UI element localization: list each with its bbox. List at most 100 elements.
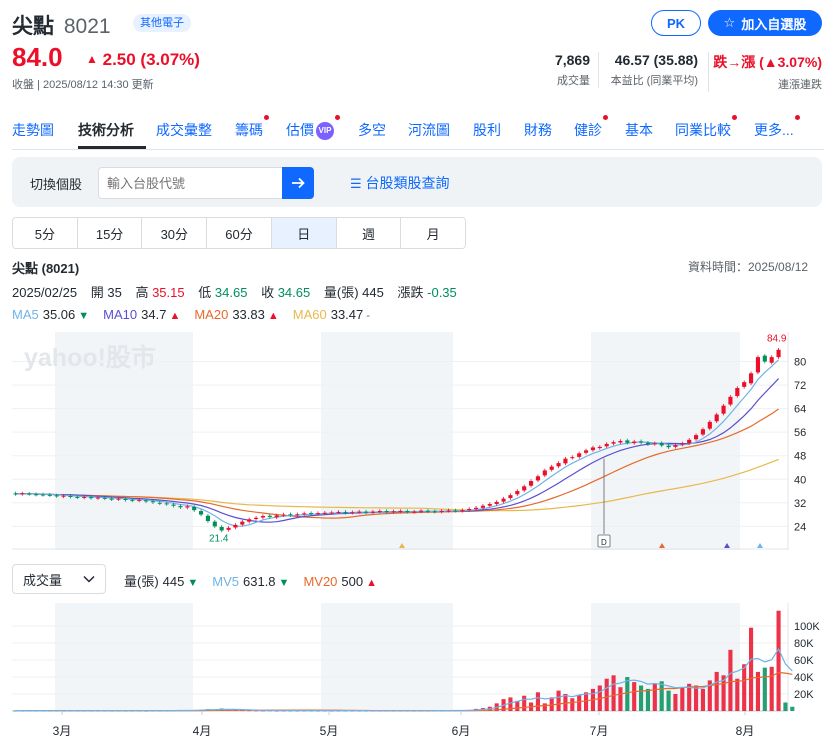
candle bbox=[625, 440, 630, 443]
volume-bar bbox=[680, 687, 685, 711]
candle bbox=[40, 494, 45, 496]
vip-badge: VIP bbox=[316, 122, 334, 141]
candle bbox=[597, 446, 602, 449]
low-value: 34.65 bbox=[214, 285, 248, 300]
tab-1[interactable]: 技術分析 bbox=[78, 120, 134, 140]
volume-bar bbox=[714, 671, 719, 711]
candle bbox=[666, 445, 671, 448]
indicator-select[interactable]: 成交量 bbox=[12, 564, 106, 594]
stock-code: 8021 bbox=[63, 15, 111, 38]
candle bbox=[453, 510, 458, 512]
candle bbox=[116, 498, 121, 500]
candle bbox=[522, 486, 527, 491]
stock-code-input[interactable] bbox=[98, 167, 284, 199]
volume-bar bbox=[728, 649, 733, 711]
legend-arrow: ▼ bbox=[187, 577, 199, 589]
volume-bar bbox=[556, 690, 561, 711]
notification-dot bbox=[603, 115, 608, 120]
volume-bar bbox=[632, 682, 637, 711]
industry-tag[interactable]: 其他電子 bbox=[133, 14, 191, 32]
period-3[interactable]: 60分 bbox=[207, 218, 272, 248]
add-watchlist-button[interactable]: ☆ 加入自選股 bbox=[708, 10, 822, 36]
candle bbox=[604, 443, 609, 447]
tab-6[interactable]: 河流圖 bbox=[408, 120, 450, 140]
period-6[interactable]: 月 bbox=[401, 218, 465, 248]
period-0[interactable]: 5分 bbox=[13, 218, 78, 248]
tab-7[interactable]: 股利 bbox=[473, 120, 501, 140]
candle bbox=[212, 521, 217, 527]
legend-value: 500 bbox=[341, 574, 364, 589]
candle bbox=[391, 511, 396, 513]
candle bbox=[34, 494, 39, 496]
volume-bar bbox=[604, 678, 609, 711]
period-5[interactable]: 週 bbox=[336, 218, 402, 248]
price-tick-label: 56 bbox=[794, 427, 806, 439]
pk-button[interactable]: PK bbox=[651, 10, 701, 36]
price-tick-label: 72 bbox=[794, 380, 806, 392]
tab-3[interactable]: 籌碼 bbox=[235, 115, 269, 140]
tab-10[interactable]: 基本 bbox=[625, 120, 653, 140]
candle bbox=[199, 511, 204, 515]
stat-2: 跌→漲 (▲3.07%) 連漲連跌 bbox=[708, 52, 822, 92]
tab-label: 基本 bbox=[625, 122, 653, 138]
ohlc-date: 2025/02/25 bbox=[12, 285, 78, 300]
legend-arrow: - bbox=[366, 310, 370, 322]
volume-tick-label: 40K bbox=[794, 672, 814, 684]
tab-label: 成交彙整 bbox=[156, 122, 212, 138]
candle bbox=[700, 429, 705, 435]
volume-bar bbox=[522, 695, 527, 711]
candle bbox=[694, 435, 699, 440]
period-2[interactable]: 30分 bbox=[142, 218, 208, 248]
volume-bar bbox=[673, 694, 678, 711]
candle bbox=[769, 357, 774, 363]
tab-2[interactable]: 成交彙整 bbox=[156, 120, 212, 140]
stat-label: 本益比 (同業平均) bbox=[610, 75, 698, 87]
legend-label: 量(張) bbox=[124, 574, 159, 589]
tab-11[interactable]: 同業比較 bbox=[675, 115, 737, 140]
volume-bar bbox=[577, 694, 582, 711]
change-label: 漲跌 bbox=[397, 285, 424, 300]
tab-0[interactable]: 走勢圖 bbox=[12, 120, 54, 140]
candle bbox=[247, 519, 252, 522]
candle bbox=[687, 439, 692, 444]
tab-5[interactable]: 多空 bbox=[358, 120, 386, 140]
candle bbox=[336, 511, 341, 513]
volume-chart[interactable]: 20K 40K 60K 80K 100K 3月 4月 5月 6月 7月 8月 bbox=[12, 603, 824, 741]
candle bbox=[680, 443, 685, 445]
high-annotation: 84.9 bbox=[767, 334, 787, 345]
candle bbox=[755, 357, 760, 373]
candle bbox=[61, 495, 66, 497]
candle bbox=[467, 508, 472, 511]
tab-12[interactable]: 更多... bbox=[754, 115, 800, 140]
volume-bar bbox=[700, 688, 705, 711]
candle bbox=[556, 463, 561, 467]
tab-label: 同業比較 bbox=[675, 122, 731, 138]
list-icon: ☰ bbox=[350, 176, 362, 191]
notification-dot bbox=[732, 115, 737, 120]
indicator-select-label: 成交量 bbox=[23, 572, 63, 588]
candle bbox=[95, 497, 100, 499]
category-query-link[interactable]: ☰ 台股類股查詢 bbox=[350, 173, 450, 193]
tab-label: 健診 bbox=[574, 122, 602, 138]
tab-8[interactable]: 財務 bbox=[524, 120, 552, 140]
candle bbox=[735, 388, 740, 396]
candle bbox=[20, 493, 25, 495]
candle bbox=[474, 507, 479, 509]
candle bbox=[749, 373, 754, 384]
period-1[interactable]: 15分 bbox=[77, 218, 143, 248]
candle bbox=[659, 443, 664, 446]
candle bbox=[570, 457, 575, 459]
period-4[interactable]: 日 bbox=[271, 218, 337, 248]
volume-bar bbox=[762, 667, 767, 711]
price-chart[interactable]: 24 32 40 48 56 64 72 80 yahoo!股市 84.9 21.4 D bbox=[12, 332, 824, 550]
candle bbox=[233, 524, 238, 528]
notification-dot bbox=[335, 115, 340, 120]
candle bbox=[137, 499, 142, 501]
tab-9[interactable]: 健診 bbox=[574, 115, 608, 140]
volume-bar bbox=[535, 692, 540, 711]
search-submit-button[interactable] bbox=[282, 167, 314, 199]
stat-1: 46.57 (35.88) 本益比 (同業平均) bbox=[598, 52, 698, 88]
tab-4[interactable]: 估價 VIP bbox=[286, 115, 340, 141]
event-marker bbox=[757, 543, 763, 548]
candle bbox=[205, 515, 210, 522]
